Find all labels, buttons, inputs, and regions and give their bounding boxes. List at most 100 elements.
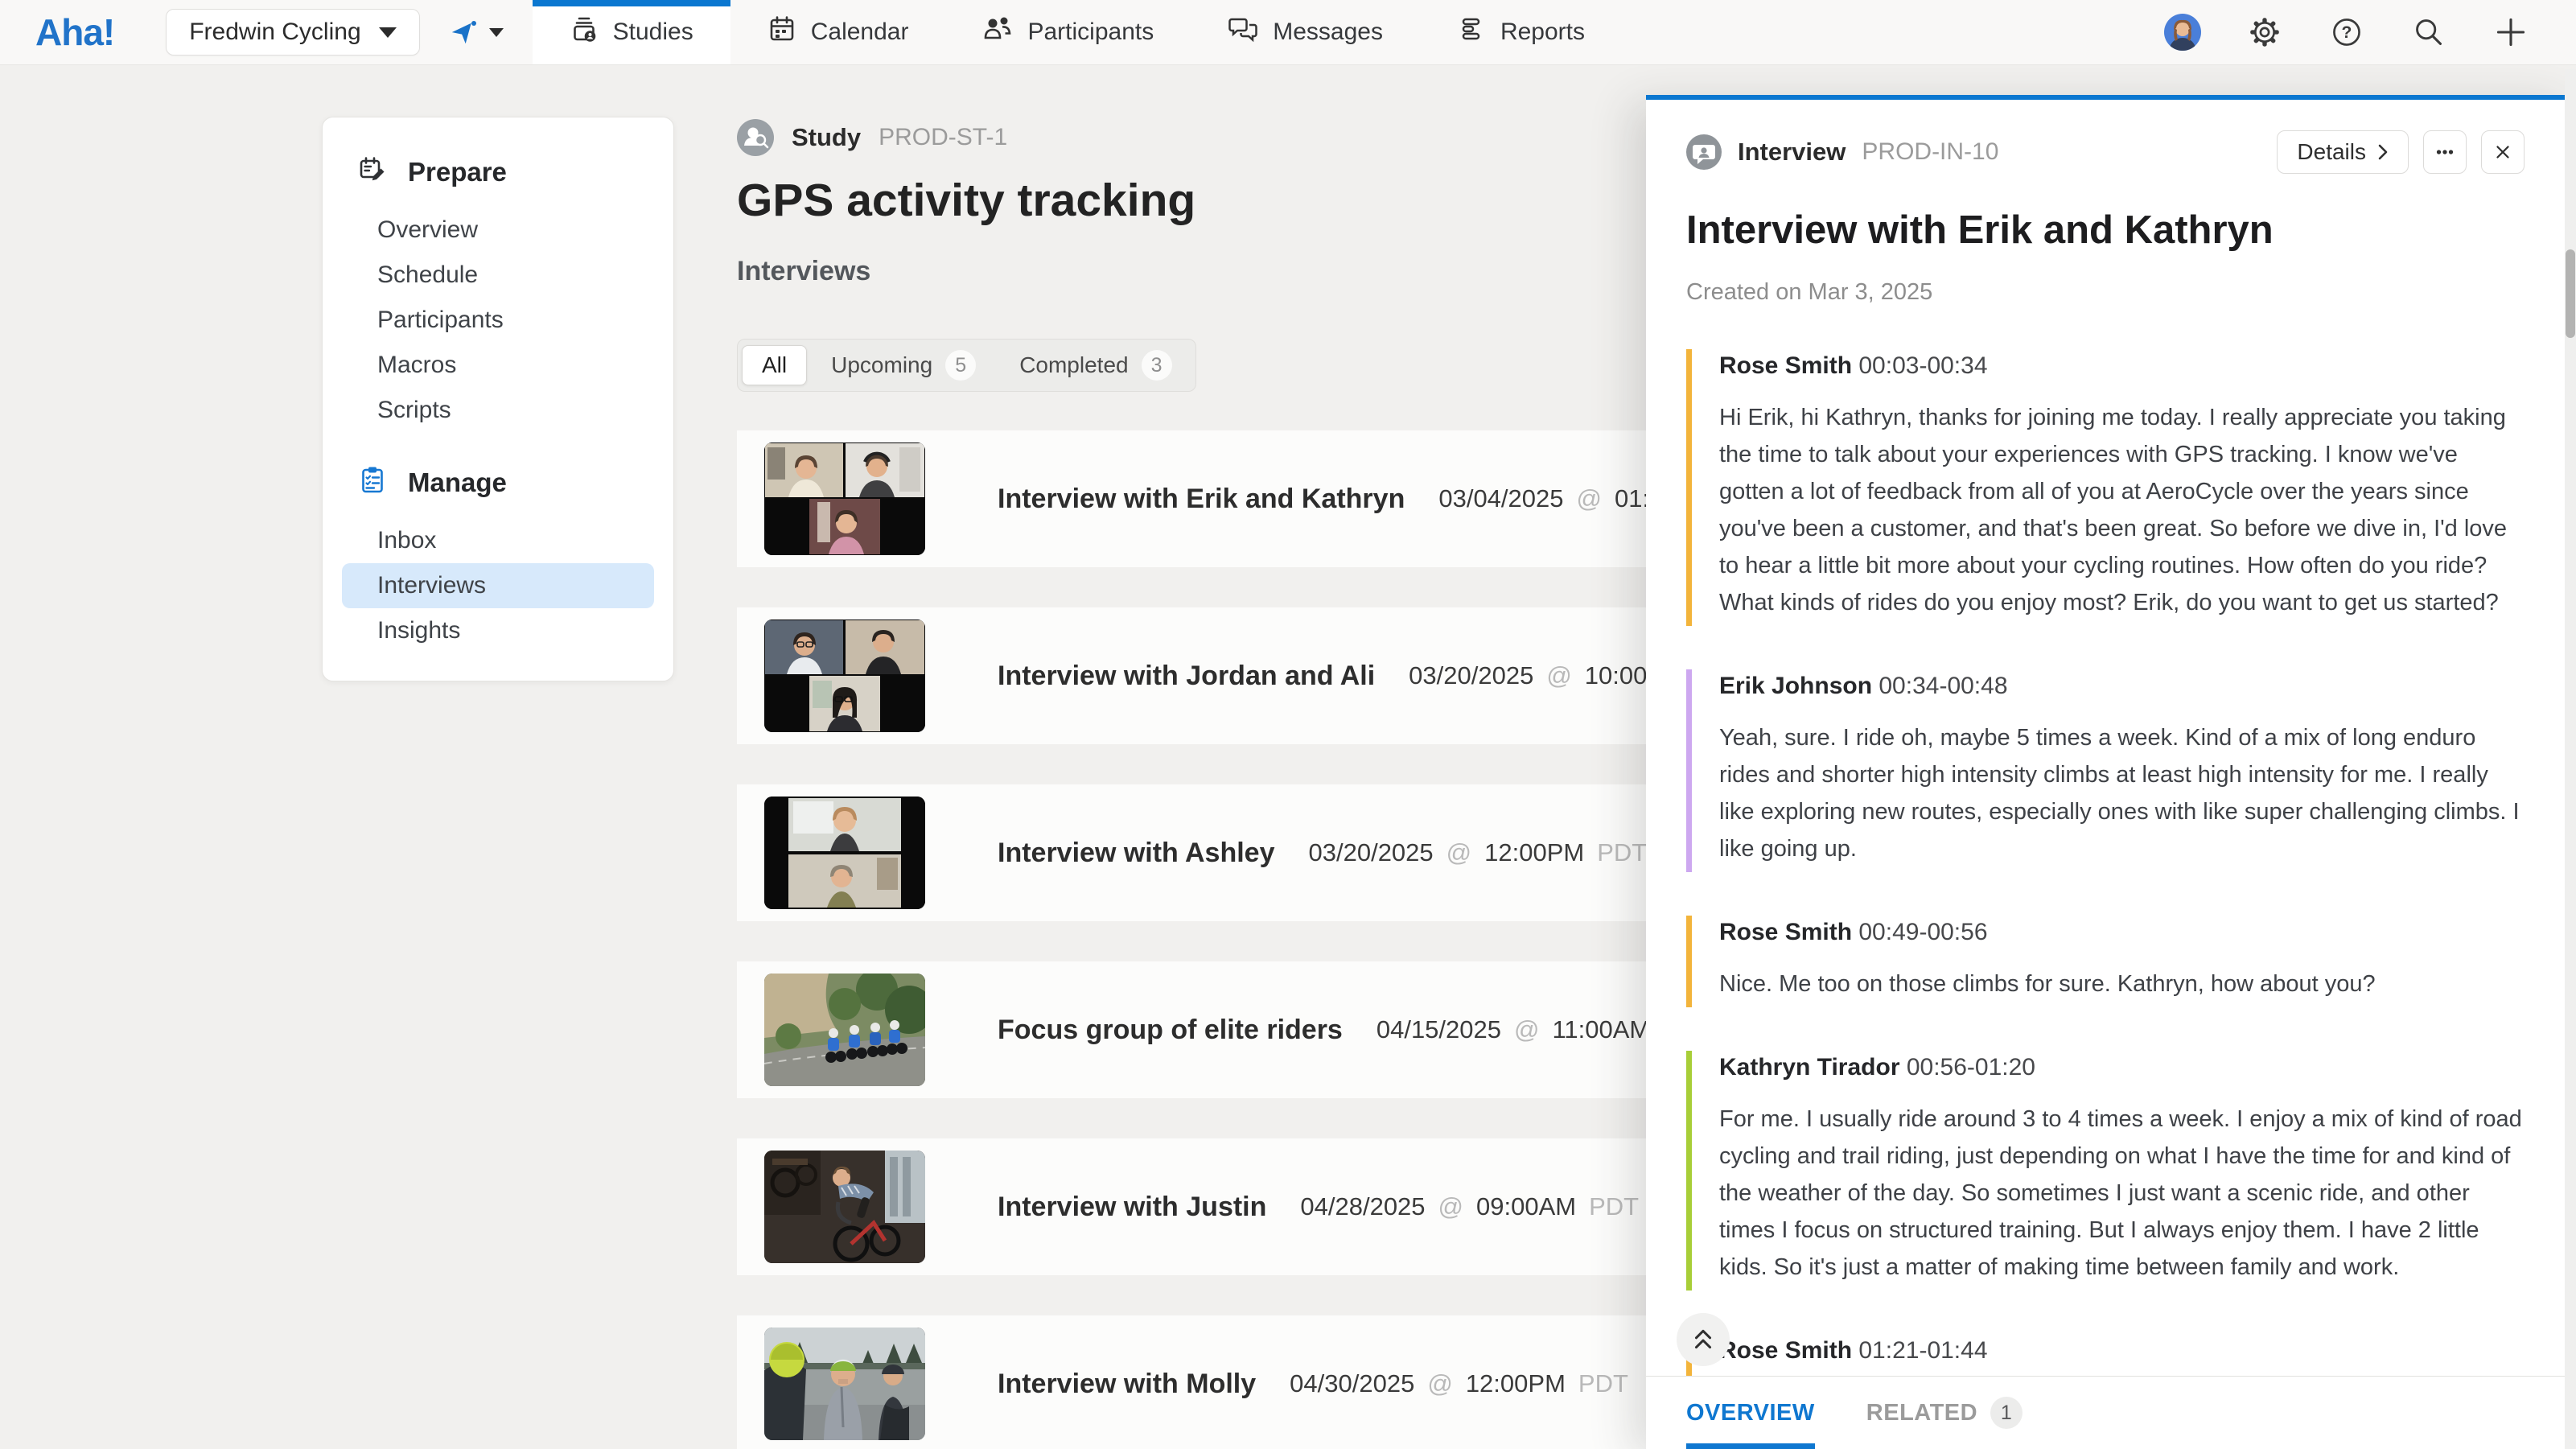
sidebar-section-manage: Manage [323,465,673,500]
interview-datetime: 04/28/2025@09:00AMPDT [1300,1192,1639,1221]
chevron-down-icon [489,28,504,37]
avatar[interactable] [2164,14,2201,51]
at-symbol: @ [1427,1369,1452,1398]
transcript-entry-header: Erik Johnson 00:34-00:48 [1719,673,2525,700]
close-button[interactable] [2481,130,2525,174]
filter-upcoming[interactable]: Upcoming5 [812,344,995,387]
interview-record-icon [1686,134,1722,170]
interview-date: 04/30/2025 [1290,1369,1414,1398]
speaker-name: Rose Smith [1719,352,1858,379]
interview-drawer: Interview PROD-IN-10 Details Interview w… [1646,95,2576,1449]
transcript-text: For me. I usually ride around 3 to 4 tim… [1719,1101,2525,1286]
interview-title: Interview with Erik and Kathryn [998,484,1405,515]
tab-messages[interactable]: Messages [1191,0,1420,64]
drawer-actions: Details [2277,130,2525,174]
drawer-tab-label: OVERVIEW [1686,1400,1815,1426]
ellipsis-icon [2433,140,2457,164]
sidebar-item-overview[interactable]: Overview [342,208,654,253]
speaker-timerange: 00:34-00:48 [1879,673,2007,699]
collapse-button[interactable] [1677,1313,1730,1366]
chevron-right-icon [2377,143,2389,161]
drawer-scroll-area: Interview PROD-IN-10 Details Interview w… [1646,100,2576,1376]
at-symbol: @ [1546,661,1571,690]
drawer-title: Interview with Erik and Kathryn [1686,208,2525,253]
tab-label: Reports [1500,19,1585,46]
transcript-entry: Rose Smith 01:21-01:44Got it. And you're… [1686,1334,2525,1376]
sidebar-item-interviews[interactable]: Interviews [342,563,654,608]
navigate-arrow-icon [452,17,479,48]
plus-icon[interactable] [2492,14,2529,51]
scrollbar-thumb[interactable] [2566,249,2575,338]
filter-completed[interactable]: Completed3 [1000,344,1191,387]
messages-icon [1228,14,1258,50]
study-record-icon [737,119,774,156]
speaker-timerange: 00:56-01:20 [1907,1054,2035,1081]
speaker-name: Kathryn Tirador [1719,1054,1907,1081]
filter-all[interactable]: All [742,345,807,385]
app-root: Aha! Fredwin Cycling Studies Calendar Part… [0,0,2576,1449]
tab-calendar[interactable]: Calendar [730,0,946,64]
transcript-entry-header: Kathryn Tirador 00:56-01:20 [1719,1054,2525,1081]
interview-time: 12:00PM [1466,1369,1566,1398]
interview-datetime: 04/30/2025@12:00PMPDT [1290,1369,1628,1398]
aha-logo[interactable]: Aha! [35,10,114,54]
tab-label: Studies [613,19,693,46]
interview-timezone: PDT [1589,1192,1639,1221]
transcript-text: Hi Erik, hi Kathryn, thanks for joining … [1719,399,2525,621]
at-symbol: @ [1514,1015,1539,1044]
transcript: Rose Smith 00:03-00:34 Hi Erik, hi Kathry… [1686,349,2525,1376]
filter-count-badge: 5 [945,350,976,381]
chevron-down-icon [379,27,397,38]
tab-label: Participants [1027,19,1154,46]
close-icon [2492,142,2513,163]
at-symbol: @ [1577,484,1602,513]
interview-date: 03/04/2025 [1438,484,1563,513]
help-icon[interactable]: ? [2328,14,2365,51]
navigate-menu[interactable] [452,17,504,48]
drawer-tab-overview[interactable]: OVERVIEW [1686,1377,1815,1449]
interview-date: 04/15/2025 [1376,1015,1501,1044]
interview-thumbnail-molly [764,1328,925,1440]
sidebar-item-schedule[interactable]: Schedule [342,253,654,298]
more-options-button[interactable] [2423,130,2467,174]
svg-text:?: ? [2342,23,2352,42]
drawer-tab-related[interactable]: RELATED1 [1866,1377,2023,1449]
interview-time: 09:00AM [1476,1192,1576,1221]
interview-thumbnail-justin [764,1151,925,1263]
studies-icon [570,14,599,50]
interview-title: Interview with Jordan and Ali [998,661,1375,692]
drawer-record-id: PROD-IN-10 [1862,138,1998,166]
sidebar-item-participants[interactable]: Participants [342,298,654,343]
record-id: PROD-ST-1 [879,124,1007,151]
sidebar-section-prepare: Prepare [323,154,673,190]
sidebar-item-macros[interactable]: Macros [342,343,654,388]
tab-reports[interactable]: Reports [1420,0,1622,64]
transcript-entry: Rose Smith 00:03-00:34 Hi Erik, hi Kathry… [1686,349,2525,626]
filter-label: All [762,352,787,378]
interview-thumbnail-erik-kathryn [764,443,925,555]
nav-right-icons: ? [2164,14,2529,51]
details-button[interactable]: Details [2277,130,2409,174]
gear-icon[interactable] [2246,14,2283,51]
sidebar-section-title: Prepare [408,157,507,187]
transcript-entry-header: Rose Smith 01:21-01:44 [1719,1337,2525,1365]
sidebar-item-scripts[interactable]: Scripts [342,388,654,433]
drawer-record-type: Interview [1738,138,1846,167]
tab-participants[interactable]: Participants [945,0,1191,64]
speaker-name: Rose Smith [1719,919,1858,945]
transcript-entry-header: Rose Smith 00:03-00:34 [1719,352,2525,380]
clipboard-icon [358,465,387,500]
workspace-switcher[interactable]: Fredwin Cycling [166,9,419,56]
transcript-entry: Rose Smith 00:49-00:56Nice. Me too on th… [1686,916,2525,1007]
double-chevron-up-icon [1690,1327,1716,1352]
sidebar-item-insights[interactable]: Insights [342,608,654,653]
at-symbol: @ [1446,838,1471,867]
tab-studies[interactable]: Studies [533,0,730,64]
speaker-name: Erik Johnson [1719,673,1879,699]
search-icon[interactable] [2410,14,2447,51]
workspace-name: Fredwin Cycling [189,19,360,46]
drawer-tab-label: RELATED [1866,1400,1977,1426]
speaker-timerange: 01:21-01:44 [1858,1337,1987,1364]
sidebar-item-inbox[interactable]: Inbox [342,518,654,563]
interview-title: Interview with Ashley [998,838,1275,869]
